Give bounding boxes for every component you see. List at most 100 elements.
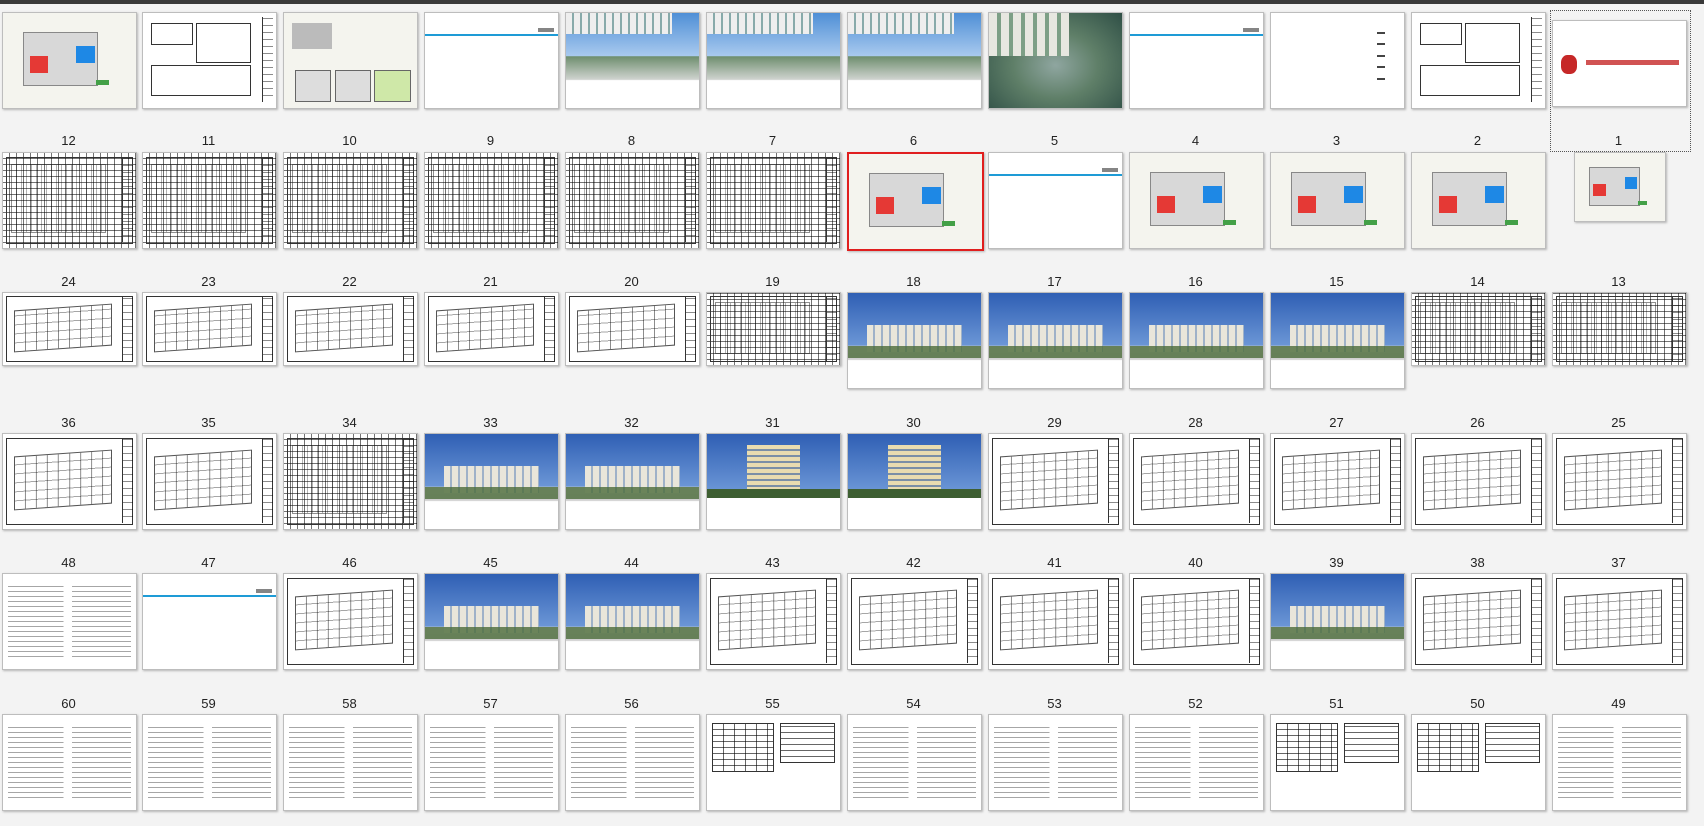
page-thumbnail[interactable] (847, 152, 984, 251)
page-thumbnail[interactable] (706, 573, 841, 670)
thumbnail-content (29, 55, 49, 73)
page-thumbnail[interactable] (988, 714, 1123, 811)
page-thumbnail[interactable] (847, 573, 982, 670)
page-thumbnail[interactable] (1129, 12, 1264, 109)
page-number-label: 42 (906, 555, 921, 570)
page-thumbnail[interactable] (2, 12, 137, 109)
thumbnail-content (1107, 577, 1120, 664)
page-thumbnail[interactable] (1552, 433, 1687, 530)
page-thumbnail[interactable] (847, 292, 982, 389)
page-thumbnail[interactable] (142, 433, 277, 530)
page-thumbnail[interactable] (1270, 714, 1405, 811)
page-thumbnail[interactable] (1574, 152, 1666, 222)
page-thumbnail[interactable] (424, 433, 559, 530)
page-thumbnail[interactable] (2, 714, 137, 811)
page-thumbnail[interactable] (1411, 433, 1546, 530)
page-thumbnail[interactable] (142, 573, 277, 670)
thumbnail-content (432, 164, 529, 233)
page-thumbnail[interactable] (424, 152, 559, 249)
thumbnail-content (96, 79, 110, 86)
thumbnail-content (1485, 722, 1541, 763)
page-thumbnail[interactable] (283, 292, 418, 366)
page-thumbnail[interactable] (847, 433, 982, 530)
thumbnail-content (1377, 54, 1386, 57)
page-thumbnail[interactable] (988, 573, 1123, 670)
page-thumbnail[interactable] (1270, 433, 1405, 530)
page-thumbnail[interactable] (142, 292, 277, 366)
thumbnail-content (261, 156, 274, 243)
page-number-label: 48 (61, 555, 76, 570)
page-thumbnail[interactable] (424, 12, 559, 109)
page-thumbnail[interactable] (847, 714, 982, 811)
page-number-label: 49 (1611, 696, 1626, 711)
page-thumbnail[interactable] (2, 433, 137, 530)
page-thumbnail[interactable] (988, 433, 1123, 530)
page-thumbnail[interactable] (988, 12, 1123, 109)
thumbnail-focus-outline (1550, 10, 1691, 152)
page-thumbnail[interactable] (1129, 433, 1264, 530)
page-number-label: 6 (909, 133, 918, 148)
page-thumbnail[interactable] (142, 12, 277, 109)
page-thumbnail[interactable] (2, 573, 137, 670)
thumbnail-content (989, 346, 1122, 358)
page-thumbnail[interactable] (706, 292, 841, 366)
thumbnail-content (1422, 449, 1521, 511)
page-thumbnail[interactable] (1411, 292, 1546, 366)
page-thumbnail[interactable] (565, 714, 700, 811)
page-thumbnail[interactable] (847, 12, 982, 109)
thumbnail-content (1671, 295, 1684, 361)
page-thumbnail[interactable] (1411, 714, 1546, 811)
thumbnail-content (1156, 195, 1176, 213)
thumbnail-content (10, 164, 107, 233)
page-thumbnail[interactable] (424, 292, 559, 366)
page-thumbnail[interactable] (1552, 573, 1687, 670)
page-thumbnail[interactable] (1411, 573, 1546, 670)
page-thumbnail[interactable] (706, 714, 841, 811)
page-number-label: 59 (201, 696, 216, 711)
page-thumbnail[interactable] (283, 714, 418, 811)
thumbnail-content (848, 13, 955, 34)
thumbnail-content (1530, 16, 1543, 103)
page-thumbnail[interactable] (2, 152, 137, 249)
page-thumbnail[interactable] (1552, 714, 1687, 811)
page-thumbnail[interactable] (424, 714, 559, 811)
page-thumbnail[interactable] (1129, 292, 1264, 389)
page-thumbnail[interactable] (1552, 292, 1687, 366)
page-thumbnail[interactable] (283, 433, 418, 530)
page-thumbnail[interactable] (1129, 152, 1264, 249)
page-thumbnail[interactable] (565, 12, 700, 109)
page-thumbnail[interactable] (142, 152, 277, 249)
page-number-label: 34 (342, 415, 357, 430)
thumbnail-content (1344, 722, 1400, 763)
page-thumbnail[interactable] (706, 152, 841, 249)
page-thumbnail[interactable] (1411, 152, 1546, 249)
page-thumbnail[interactable] (2, 292, 137, 366)
page-thumbnail[interactable] (283, 573, 418, 670)
thumbnail-content (1135, 722, 1258, 803)
page-thumbnail[interactable] (1129, 573, 1264, 670)
page-thumbnail[interactable] (1270, 152, 1405, 249)
page-number-label: 16 (1188, 274, 1203, 289)
page-thumbnail[interactable] (565, 573, 700, 670)
page-thumbnail[interactable] (565, 292, 700, 366)
page-thumbnail[interactable] (706, 12, 841, 109)
thumbnail-content (430, 722, 553, 803)
page-thumbnail[interactable] (424, 573, 559, 670)
thumbnail-content (717, 589, 816, 651)
page-thumbnail[interactable] (706, 433, 841, 530)
page-thumbnail[interactable] (565, 433, 700, 530)
page-thumbnail[interactable] (283, 152, 418, 249)
page-thumbnail[interactable] (1411, 12, 1546, 109)
page-thumbnail[interactable] (988, 152, 1123, 249)
page-thumbnail[interactable] (283, 12, 418, 109)
page-thumbnail[interactable] (1270, 12, 1405, 109)
page-thumbnail[interactable] (1270, 573, 1405, 670)
thumbnail-content (825, 295, 838, 361)
page-thumbnail[interactable] (142, 714, 277, 811)
thumbnail-content (261, 437, 274, 524)
page-thumbnail[interactable] (565, 152, 700, 249)
page-thumbnail[interactable] (1129, 714, 1264, 811)
page-thumbnail[interactable] (988, 292, 1123, 389)
page-thumbnail[interactable] (1270, 292, 1405, 389)
thumbnail-content (1271, 627, 1404, 639)
